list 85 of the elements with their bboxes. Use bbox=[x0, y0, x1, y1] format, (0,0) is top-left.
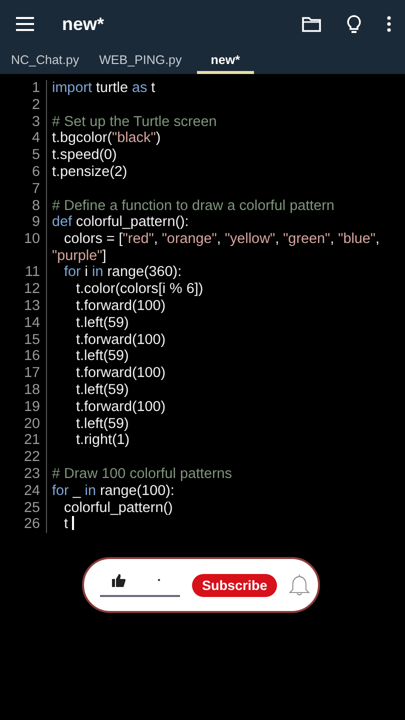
code-text: colors = [ bbox=[63, 231, 123, 248]
line-number: 6 bbox=[30, 164, 41, 181]
code-text: , bbox=[376, 231, 381, 248]
lightbulb-icon[interactable] bbox=[347, 14, 361, 34]
code-text: turtle bbox=[94, 80, 129, 96]
code-string: "purple" bbox=[52, 248, 102, 264]
line-number: 16 bbox=[22, 348, 41, 366]
code-text: i bbox=[84, 264, 89, 280]
more-options-icon[interactable] bbox=[387, 16, 391, 32]
code-string: "red" bbox=[122, 231, 154, 248]
code-keyword: as bbox=[132, 80, 148, 96]
code-string: "blue" bbox=[338, 231, 376, 248]
file-tab[interactable]: WEB_PING.py bbox=[90, 48, 191, 74]
line-number: 18 bbox=[22, 382, 41, 399]
code-text: _ bbox=[72, 482, 82, 499]
line-number: 9 bbox=[30, 214, 41, 232]
code-string: "orange" bbox=[162, 231, 217, 248]
file-title: new* bbox=[62, 14, 104, 34]
code-text: t.left(59) bbox=[75, 314, 129, 331]
file-tab[interactable]: new* bbox=[196, 48, 254, 74]
line-number: 24 bbox=[22, 482, 41, 500]
code-keyword: for bbox=[63, 264, 81, 280]
line-number: 10 bbox=[22, 231, 41, 250]
line-number: 13 bbox=[22, 298, 41, 315]
code-text: t.bgcolor( bbox=[52, 130, 112, 146]
line-number: 5 bbox=[30, 147, 41, 164]
menu-icon[interactable] bbox=[16, 17, 34, 31]
line-number: 14 bbox=[22, 314, 41, 332]
line-number: 20 bbox=[22, 416, 41, 432]
code-string: "black" bbox=[112, 130, 156, 146]
line-number: 22 bbox=[22, 449, 41, 466]
code-text: ] bbox=[102, 248, 106, 264]
file-tab[interactable]: NC_Chat.py bbox=[2, 48, 88, 74]
code-keyword: import bbox=[52, 80, 92, 96]
code-text: , bbox=[330, 231, 336, 248]
code-text: t.left(59) bbox=[75, 382, 129, 398]
line-number: 19 bbox=[22, 398, 41, 416]
code-text: , bbox=[154, 231, 159, 248]
code-text: range(100): bbox=[98, 482, 174, 499]
code-text: t.right(1) bbox=[75, 432, 130, 448]
code-text: colorful_pattern() bbox=[63, 500, 173, 516]
line-number: 23 bbox=[22, 466, 41, 483]
line-number: 1 bbox=[30, 80, 41, 97]
line-number: 4 bbox=[30, 130, 41, 148]
code-comment: # Define a function to draw a colorful pattern bbox=[52, 198, 334, 214]
code-text: t.forward(100) bbox=[75, 365, 166, 382]
code-text: t.color(colors[i % 6]) bbox=[75, 281, 204, 298]
line-number: 15 bbox=[22, 332, 41, 348]
code-text: t.pensize(2) bbox=[52, 164, 128, 180]
code-text: , bbox=[275, 231, 280, 248]
code-text: t bbox=[63, 516, 68, 532]
line-number: 11 bbox=[24, 264, 41, 282]
line-number: 3 bbox=[30, 114, 41, 130]
code-text: colorful_pattern(): bbox=[75, 214, 189, 230]
line-number: 12 bbox=[22, 281, 41, 298]
line-number: 17 bbox=[22, 365, 41, 382]
thumbs-up-icon[interactable] bbox=[112, 574, 126, 586]
folder-icon[interactable] bbox=[302, 16, 321, 32]
line-number: 25 bbox=[22, 500, 41, 516]
code-keyword: in bbox=[92, 264, 104, 280]
code-text: t.speed(0) bbox=[52, 147, 117, 164]
code-keyword: in bbox=[84, 482, 96, 499]
code-text: t.forward(100) bbox=[75, 332, 166, 348]
line-number: 21 bbox=[22, 432, 41, 450]
subscribe-button[interactable]: Subscribe bbox=[192, 574, 278, 596]
code-text: t.forward(100) bbox=[75, 298, 166, 314]
code-text: t bbox=[150, 80, 156, 96]
code-text: ) bbox=[156, 130, 161, 146]
code-text: t.left(59) bbox=[75, 416, 129, 432]
line-number: 7 bbox=[30, 180, 41, 198]
code-comment: # Draw 100 colorful patterns bbox=[52, 466, 232, 482]
code-text: range(360): bbox=[106, 264, 182, 280]
line-number: 2 bbox=[30, 96, 41, 114]
code-keyword: for bbox=[52, 482, 69, 499]
line-number: 26 bbox=[22, 516, 41, 534]
line-number: 8 bbox=[30, 198, 41, 214]
code-keyword: def bbox=[52, 214, 72, 230]
code-comment: # Set up the Turtle screen bbox=[52, 114, 217, 130]
code-text: t.forward(100) bbox=[75, 398, 166, 415]
code-text: t.left(59) bbox=[75, 348, 129, 364]
text-cursor bbox=[72, 516, 74, 530]
code-text: , bbox=[216, 231, 222, 248]
code-string: "green" bbox=[283, 231, 330, 248]
bell-icon[interactable] bbox=[289, 573, 310, 597]
code-string: "yellow" bbox=[224, 231, 276, 248]
